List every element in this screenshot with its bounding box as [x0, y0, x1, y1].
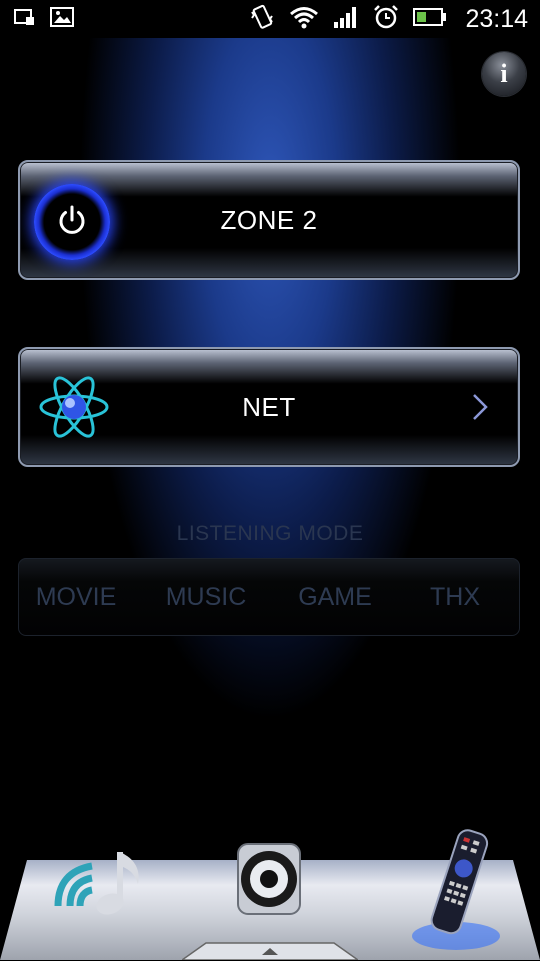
main-stage: i ZONE 2 NET LISTENING MODE MOVIE MUSIC … — [0, 38, 540, 960]
info-button[interactable]: i — [482, 52, 526, 96]
listening-mode-bar: MOVIE MUSIC GAME THX — [18, 558, 520, 636]
status-time: 23:14 — [465, 4, 528, 33]
alarm-icon — [373, 4, 399, 35]
vibrate-icon — [249, 4, 275, 35]
mode-music-button[interactable]: MUSIC — [133, 583, 279, 612]
mode-thx-button[interactable]: THX — [391, 583, 519, 612]
zone-label: ZONE 2 — [220, 204, 318, 235]
status-bar: 23:14 — [0, 0, 540, 38]
signal-icon — [333, 5, 359, 34]
mode-game-button[interactable]: GAME — [279, 583, 391, 612]
music-stream-icon[interactable] — [50, 844, 150, 923]
input-source-label: NET — [242, 391, 296, 422]
listening-mode-title: LISTENING MODE — [176, 522, 364, 545]
wifi-icon — [289, 5, 319, 34]
input-source-panel[interactable]: NET — [18, 347, 520, 467]
chevron-right-icon[interactable] — [472, 393, 488, 426]
mode-movie-button[interactable]: MOVIE — [19, 583, 133, 612]
image-icon — [50, 6, 74, 32]
speaker-icon[interactable] — [230, 840, 308, 923]
remote-control-icon[interactable] — [410, 828, 506, 961]
info-icon: i — [500, 59, 508, 88]
zone-panel[interactable]: ZONE 2 — [18, 160, 520, 280]
screenshot-icon — [14, 7, 36, 32]
battery-icon — [413, 7, 447, 32]
